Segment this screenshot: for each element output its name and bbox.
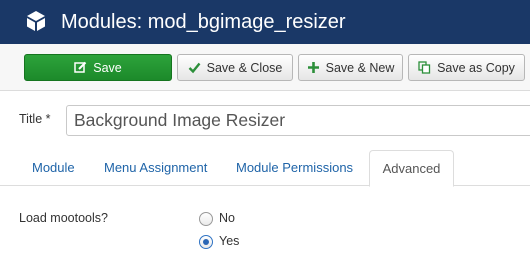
load-mootools-no-label[interactable]: No bbox=[219, 211, 235, 225]
copy-icon bbox=[418, 61, 431, 74]
load-mootools-yes-radio[interactable] bbox=[199, 235, 213, 249]
page-header: Modules: mod_bgimage_resizer bbox=[0, 0, 530, 44]
toolbar: Save Save & Close Save & New Save as Cop… bbox=[0, 44, 530, 91]
check-icon bbox=[188, 62, 201, 74]
load-mootools-label: Load mootools? bbox=[19, 211, 108, 225]
required-marker: * bbox=[45, 112, 51, 126]
load-mootools-no-radio[interactable] bbox=[199, 212, 213, 226]
tab-module-permissions[interactable]: Module Permissions bbox=[236, 150, 353, 186]
save-and-new-button[interactable]: Save & New bbox=[298, 54, 403, 81]
save-button-label: Save bbox=[93, 60, 122, 75]
save-as-copy-label: Save as Copy bbox=[437, 60, 515, 75]
save-and-new-label: Save & New bbox=[325, 60, 395, 75]
tab-bar: Module Menu Assignment Module Permission… bbox=[0, 150, 530, 187]
title-label: Title * bbox=[19, 112, 51, 126]
tab-menu-assignment[interactable]: Menu Assignment bbox=[104, 150, 207, 186]
load-mootools-yes-label[interactable]: Yes bbox=[219, 234, 239, 248]
edit-icon bbox=[74, 61, 87, 73]
tab-advanced[interactable]: Advanced bbox=[369, 150, 454, 187]
save-and-close-label: Save & Close bbox=[206, 60, 283, 75]
save-as-copy-button[interactable]: Save as Copy bbox=[408, 54, 525, 81]
save-button[interactable]: Save bbox=[24, 54, 172, 81]
tab-module[interactable]: Module bbox=[32, 150, 75, 186]
cube-icon bbox=[27, 11, 45, 31]
plus-icon bbox=[307, 62, 319, 73]
title-input[interactable] bbox=[66, 105, 530, 136]
title-label-text: Title bbox=[19, 112, 43, 126]
page-title: Modules: mod_bgimage_resizer bbox=[61, 11, 346, 33]
save-and-close-button[interactable]: Save & Close bbox=[177, 54, 293, 81]
